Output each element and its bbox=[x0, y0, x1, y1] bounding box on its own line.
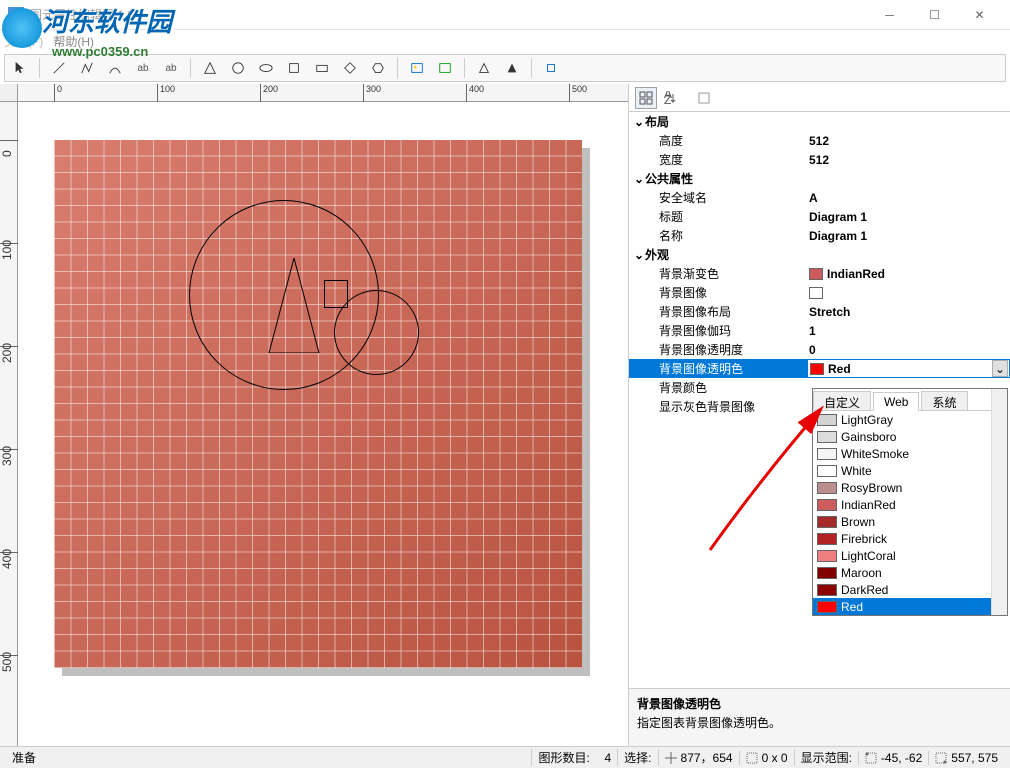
color-dropdown: 自定义 Web 系统 LightGrayGainsboroWhiteSmokeW… bbox=[812, 388, 1008, 616]
tool-triangle-outline[interactable] bbox=[473, 57, 495, 79]
cat-layout[interactable]: ⌄布局 bbox=[629, 112, 1010, 131]
tool-text-ab[interactable]: ab bbox=[132, 57, 154, 79]
canvas[interactable] bbox=[54, 140, 582, 668]
toolbar: ab ab bbox=[4, 54, 1006, 82]
color-tab-system[interactable]: 系统 bbox=[921, 391, 967, 410]
close-button[interactable]: ✕ bbox=[957, 0, 1002, 29]
tool-line[interactable] bbox=[48, 57, 70, 79]
prop-domain[interactable]: 安全域名A bbox=[629, 188, 1010, 207]
tool-ellipse[interactable] bbox=[255, 57, 277, 79]
dropdown-arrow-icon[interactable]: ⌄ bbox=[992, 360, 1008, 377]
tool-triangle[interactable] bbox=[199, 57, 221, 79]
prop-bg-gradient[interactable]: 背景渐变色IndianRed bbox=[629, 264, 1010, 283]
tool-hexagon[interactable] bbox=[367, 57, 389, 79]
status-range-label: 显示范围: bbox=[794, 749, 858, 766]
props-toolbar: AZ bbox=[629, 84, 1010, 112]
minimize-button[interactable]: ─ bbox=[867, 0, 912, 29]
prop-title[interactable]: 标题Diagram 1 bbox=[629, 207, 1010, 226]
status-ready: 准备 bbox=[6, 749, 531, 766]
menubar: 文件(F) 帮助(H) bbox=[0, 30, 1010, 52]
tool-rect[interactable] bbox=[311, 57, 333, 79]
props-alphabetical-button[interactable]: AZ bbox=[659, 87, 681, 109]
status-range-br: 557, 575 bbox=[928, 751, 1004, 765]
color-list[interactable]: LightGrayGainsboroWhiteSmokeWhiteRosyBro… bbox=[813, 411, 1007, 615]
cat-appearance[interactable]: ⌄外观 bbox=[629, 245, 1010, 264]
color-item-white[interactable]: White bbox=[813, 462, 1007, 479]
ruler-vertical: 0100200300400500 bbox=[0, 102, 18, 746]
status-shapes: 图形数目: 4 bbox=[531, 749, 617, 766]
color-item-firebrick[interactable]: Firebrick bbox=[813, 530, 1007, 547]
prop-name[interactable]: 名称Diagram 1 bbox=[629, 226, 1010, 245]
tool-misc[interactable] bbox=[540, 57, 562, 79]
menu-file[interactable]: 文件(F) bbox=[4, 33, 43, 50]
props-categorized-button[interactable] bbox=[635, 87, 657, 109]
color-list-scrollbar[interactable] bbox=[991, 411, 1007, 615]
status-range-tl: -45, -62 bbox=[858, 751, 928, 765]
color-item-maroon[interactable]: Maroon bbox=[813, 564, 1007, 581]
color-item-rosybrown[interactable]: RosyBrown bbox=[813, 479, 1007, 496]
color-item-indianred[interactable]: IndianRed bbox=[813, 496, 1007, 513]
svg-text:Z: Z bbox=[664, 93, 671, 105]
color-item-brown[interactable]: Brown bbox=[813, 513, 1007, 530]
color-tab-custom[interactable]: 自定义 bbox=[813, 391, 871, 410]
statusbar: 准备 图形数目: 4 选择: 877，654 0 x 0 显示范围: -45, … bbox=[0, 746, 1010, 768]
prop-height[interactable]: 高度512 bbox=[629, 131, 1010, 150]
shape-triangle[interactable] bbox=[259, 258, 329, 353]
menu-help[interactable]: 帮助(H) bbox=[53, 33, 94, 50]
prop-bg-image-gamma[interactable]: 背景图像伽玛1 bbox=[629, 321, 1010, 340]
props-description: 背景图像透明色 指定图表背景图像透明色。 bbox=[629, 688, 1010, 746]
app-icon bbox=[8, 7, 24, 23]
prop-bg-image-layout[interactable]: 背景图像布局Stretch bbox=[629, 302, 1010, 321]
tool-image[interactable] bbox=[406, 57, 428, 79]
color-tab-web[interactable]: Web bbox=[873, 392, 919, 411]
prop-width[interactable]: 宽度512 bbox=[629, 150, 1010, 169]
window-title: 图元属性编辑器 1.0 bbox=[30, 6, 867, 23]
prop-bg-image-trans[interactable]: 背景图像透明色Red⌄ bbox=[629, 359, 1010, 378]
canvas-area: 0100200300400500 0100200300400500 bbox=[0, 84, 628, 746]
color-item-lightcoral[interactable]: LightCoral bbox=[813, 547, 1007, 564]
color-item-gainsboro[interactable]: Gainsboro bbox=[813, 428, 1007, 445]
properties-panel: AZ ⌄布局 高度512 宽度512 ⌄公共属性 安全域名A 标题Diagram… bbox=[628, 84, 1010, 746]
ruler-corner bbox=[0, 84, 18, 102]
status-size: 0 x 0 bbox=[739, 751, 794, 765]
prop-bg-image[interactable]: 背景图像 bbox=[629, 283, 1010, 302]
tool-curve[interactable] bbox=[104, 57, 126, 79]
color-item-red[interactable]: Red bbox=[813, 598, 1007, 615]
tool-pointer[interactable] bbox=[9, 57, 31, 79]
prop-bg-image-opacity[interactable]: 背景图像透明度0 bbox=[629, 340, 1010, 359]
color-item-darkred[interactable]: DarkRed bbox=[813, 581, 1007, 598]
cat-public[interactable]: ⌄公共属性 bbox=[629, 169, 1010, 188]
tool-diamond[interactable] bbox=[339, 57, 361, 79]
titlebar: 图元属性编辑器 1.0 ─ ☐ ✕ bbox=[0, 0, 1010, 30]
color-item-lightgray[interactable]: LightGray bbox=[813, 411, 1007, 428]
props-pages-button[interactable] bbox=[693, 87, 715, 109]
canvas-viewport[interactable] bbox=[18, 102, 628, 746]
ruler-horizontal: 0100200300400500 bbox=[18, 84, 628, 102]
tool-polyline[interactable] bbox=[76, 57, 98, 79]
tool-circle[interactable] bbox=[227, 57, 249, 79]
tool-gif[interactable] bbox=[434, 57, 456, 79]
tool-square[interactable] bbox=[283, 57, 305, 79]
status-selection: 选择: bbox=[617, 749, 657, 766]
maximize-button[interactable]: ☐ bbox=[912, 0, 957, 29]
color-item-whitesmoke[interactable]: WhiteSmoke bbox=[813, 445, 1007, 462]
tool-triangle-fill[interactable] bbox=[501, 57, 523, 79]
tool-text-ab2[interactable]: ab bbox=[160, 57, 182, 79]
props-grid: ⌄布局 高度512 宽度512 ⌄公共属性 安全域名A 标题Diagram 1 … bbox=[629, 112, 1010, 688]
status-cursor: 877，654 bbox=[658, 749, 739, 766]
